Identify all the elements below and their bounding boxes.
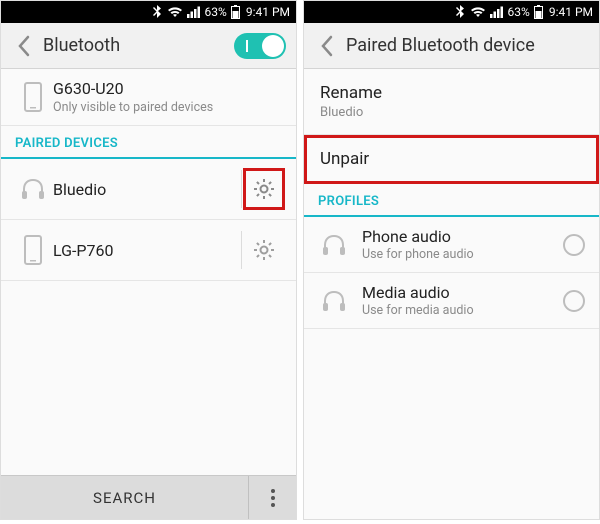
this-device-row[interactable]: G630-U20 Only visible to paired devices	[1, 69, 296, 126]
profile-title: Phone audio	[362, 227, 551, 246]
device-settings-button[interactable]	[244, 230, 284, 270]
bluetooth-status-icon	[151, 5, 163, 19]
device-settings-list: Rename Bluedio Unpair PROFILES Phone aud…	[304, 69, 599, 519]
app-header: Bluetooth	[1, 23, 296, 69]
paired-device-settings-screen: 63% 9:41 PM Paired Bluetooth device Rena…	[303, 0, 600, 520]
gear-icon	[252, 238, 276, 262]
profile-row[interactable]: Phone audio Use for phone audio	[304, 217, 599, 273]
phone-icon	[13, 82, 53, 112]
back-button[interactable]	[308, 23, 346, 69]
page-title: Paired Bluetooth device	[346, 35, 593, 56]
profile-radio[interactable]	[563, 290, 585, 312]
search-label: SEARCH	[93, 489, 156, 507]
divider	[241, 170, 242, 208]
profile-sub: Use for phone audio	[362, 247, 551, 262]
headphones-icon	[318, 289, 350, 313]
profile-radio[interactable]	[563, 234, 585, 256]
status-bar: 63% 9:41 PM	[304, 1, 599, 23]
chevron-left-icon	[17, 35, 31, 57]
app-header: Paired Bluetooth device	[304, 23, 599, 69]
device-list: G630-U20 Only visible to paired devices …	[1, 69, 296, 475]
profile-sub: Use for media audio	[362, 303, 551, 318]
phone-icon	[13, 235, 53, 265]
unpair-row[interactable]: Unpair	[304, 135, 599, 184]
signal-icon	[187, 6, 201, 18]
profile-row[interactable]: Media audio Use for media audio	[304, 273, 599, 329]
device-name: Bluedio	[53, 180, 239, 199]
clock-text: 9:41 PM	[549, 5, 593, 19]
bluetooth-toggle[interactable]	[234, 33, 286, 59]
profile-title: Media audio	[362, 283, 551, 302]
gear-icon	[252, 177, 276, 201]
wifi-icon	[167, 6, 183, 18]
unpair-label: Unpair	[320, 149, 583, 169]
device-settings-button[interactable]	[244, 169, 284, 209]
overflow-button[interactable]	[248, 476, 296, 519]
signal-icon	[490, 6, 504, 18]
battery-icon	[534, 5, 543, 19]
this-device-name: G630-U20	[53, 79, 284, 98]
bluetooth-settings-screen: 63% 9:41 PM Bluetooth G630-U20 Only visi…	[0, 0, 297, 520]
wifi-icon	[470, 6, 486, 18]
profiles-header: PROFILES	[304, 184, 599, 217]
bluetooth-status-icon	[454, 5, 466, 19]
clock-text: 9:41 PM	[246, 5, 290, 19]
back-button[interactable]	[5, 23, 43, 69]
rename-value: Bluedio	[320, 105, 583, 120]
chevron-left-icon	[320, 35, 334, 57]
this-device-hint: Only visible to paired devices	[53, 100, 284, 115]
status-bar: 63% 9:41 PM	[1, 1, 296, 23]
headphones-icon	[13, 177, 53, 201]
paired-device-row[interactable]: Bluedio	[1, 159, 296, 220]
headphones-icon	[318, 233, 350, 257]
rename-row[interactable]: Rename Bluedio	[304, 69, 599, 135]
search-button[interactable]: SEARCH	[1, 476, 248, 519]
bottom-bar: SEARCH	[1, 475, 296, 519]
battery-icon	[231, 5, 240, 19]
overflow-icon	[271, 489, 275, 507]
rename-label: Rename	[320, 83, 583, 103]
battery-percent: 63%	[508, 5, 530, 19]
device-name: LG-P760	[53, 241, 239, 260]
page-title: Bluetooth	[43, 35, 234, 56]
divider	[241, 231, 242, 269]
paired-device-row[interactable]: LG-P760	[1, 220, 296, 281]
battery-percent: 63%	[205, 5, 227, 19]
paired-devices-header: PAIRED DEVICES	[1, 126, 296, 159]
